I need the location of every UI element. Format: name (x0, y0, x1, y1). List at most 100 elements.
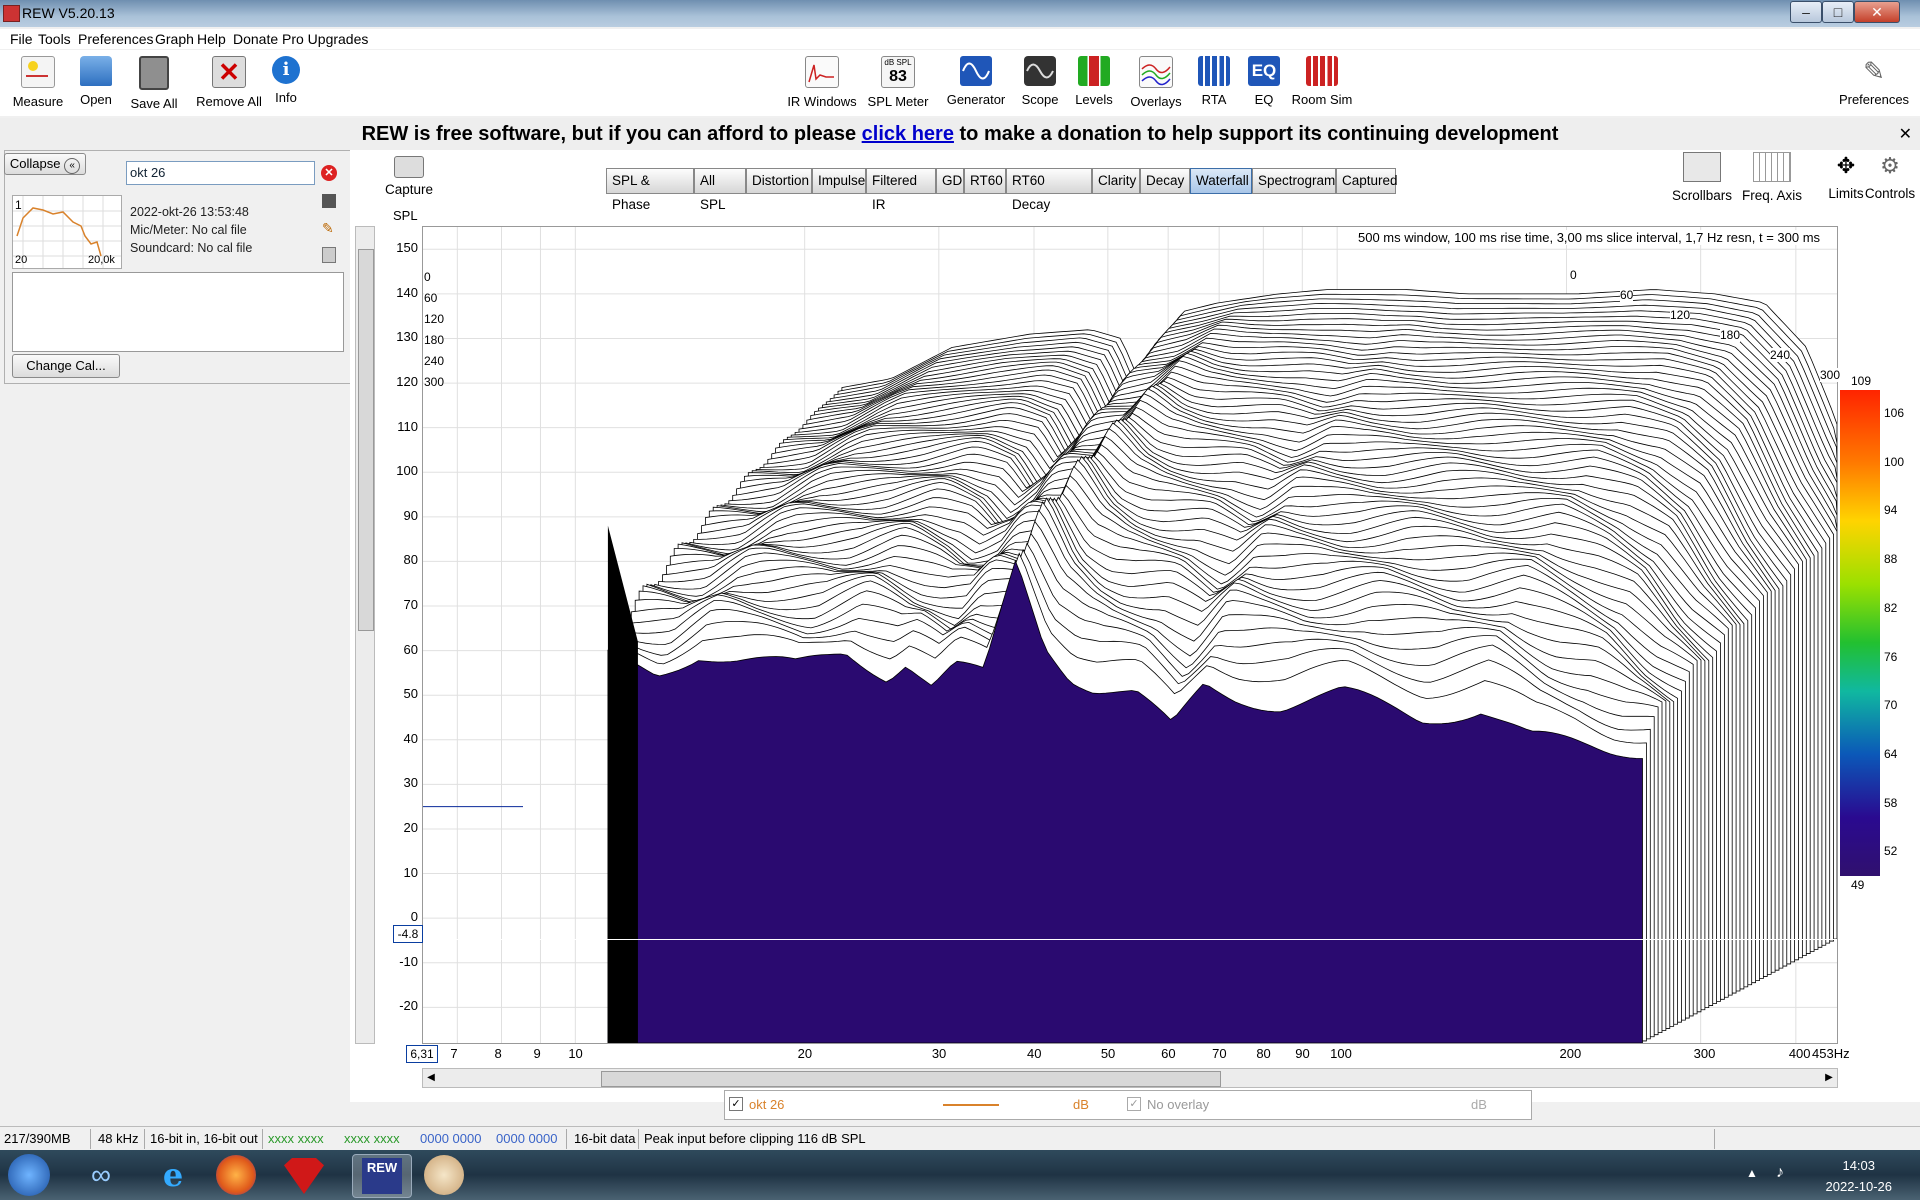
room-sim-button[interactable]: Room Sim (1286, 56, 1358, 116)
tab-rt60-decay[interactable]: RT60 Decay (1006, 168, 1092, 212)
save-measurement-icon[interactable] (322, 194, 336, 208)
input-level-left: xxxx xxxx (268, 1131, 324, 1146)
limits-label: Limits (1828, 186, 1864, 201)
y-tick-label: 10 (403, 864, 418, 880)
freq-axis-button[interactable]: Freq. Axis (1742, 152, 1802, 203)
tab-spectrogram[interactable]: Spectrogram (1252, 168, 1336, 194)
waterfall-plot[interactable] (422, 226, 1838, 1044)
tab-captured[interactable]: Captured (1336, 168, 1398, 194)
spl-meter-unit: dB SPL (884, 58, 912, 67)
rta-label: RTA (1201, 92, 1227, 107)
taskbar-firefox-icon[interactable] (216, 1155, 256, 1195)
time-tick-label: 120 (1670, 308, 1691, 322)
tab-spl-phase[interactable]: SPL & Phase (606, 168, 694, 212)
overlay-checkbox[interactable]: ✓ (1127, 1097, 1141, 1111)
y-tick-label: 120 (396, 374, 418, 390)
taskbar-paint-icon[interactable] (424, 1155, 464, 1195)
capture-button[interactable]: Capture (385, 156, 433, 197)
maximize-button[interactable]: □ (1822, 1, 1854, 23)
time-tick-label-left: 120 (424, 312, 445, 326)
remove-all-button[interactable]: ✕ Remove All (194, 56, 264, 116)
taskbar-rew-button[interactable]: REW (352, 1154, 412, 1198)
menu-donate[interactable]: Donate (233, 31, 278, 47)
color-scale-tick: 64 (1884, 746, 1898, 761)
y-tick-label: 90 (403, 507, 418, 523)
x-tick-label: 7 (450, 1046, 458, 1061)
freq-axis-icon (1753, 152, 1792, 182)
vertical-scrollbar[interactable] (355, 226, 375, 1044)
x-tick-label: 30 (931, 1046, 947, 1061)
levels-label: Levels (1075, 92, 1113, 107)
scroll-right-icon[interactable]: ▶ (1821, 1069, 1837, 1087)
remove-all-label: Remove All (196, 94, 262, 109)
x-tick-label: 50 (1100, 1046, 1116, 1061)
horizontal-scroll-thumb[interactable] (601, 1071, 1221, 1087)
donation-text-before: REW is free software, but if you can aff… (361, 123, 862, 145)
tab-impulse[interactable]: Impulse (812, 168, 866, 194)
tab-clarity[interactable]: Clarity (1092, 168, 1140, 194)
y-tick-label: 20 (403, 819, 418, 835)
controls-label: Controls (1864, 186, 1916, 201)
color-scale-tick: 106 (1884, 406, 1905, 420)
tab-rt60[interactable]: RT60 (964, 168, 1006, 194)
ir-windows-button[interactable]: IR Windows (784, 56, 860, 116)
y-tick-label: -20 (399, 998, 418, 1014)
measurement-checkbox[interactable]: ✓ (729, 1097, 743, 1111)
donation-link[interactable]: click here (862, 123, 954, 145)
scroll-left-icon[interactable]: ◀ (423, 1069, 439, 1087)
info-icon: i (272, 56, 300, 84)
start-button[interactable] (8, 1154, 50, 1196)
collapse-button[interactable]: Collapse « (4, 153, 86, 175)
limits-button[interactable]: ✥ Limits (1828, 152, 1864, 201)
preferences-button[interactable]: ✎ Preferences (1834, 56, 1914, 116)
minimize-button[interactable]: – (1790, 1, 1822, 23)
notes-icon[interactable] (322, 247, 336, 263)
time-tick-label: 240 (1770, 348, 1791, 362)
color-scale-tick: 70 (1884, 698, 1898, 713)
close-banner-icon[interactable]: ✕ (1899, 124, 1912, 144)
change-cal-button[interactable]: Change Cal... (12, 354, 120, 378)
info-button[interactable]: i Info (258, 56, 314, 116)
legend-name: okt 26 (749, 1097, 785, 1112)
menu-preferences[interactable]: Preferences (78, 31, 153, 47)
volume-icon[interactable]: ♪ (1776, 1164, 1784, 1182)
menu-graph[interactable]: Graph (155, 31, 194, 47)
vertical-scroll-thumb[interactable] (358, 249, 374, 631)
menu-file[interactable]: File (10, 31, 33, 47)
app-icon (3, 5, 20, 22)
edit-icon[interactable]: ✎ (322, 221, 336, 235)
tab-decay[interactable]: Decay (1140, 168, 1190, 194)
clock-time: 14:03 (1842, 1158, 1876, 1173)
filter-input[interactable]: okt 26 (126, 161, 315, 185)
menu-tools[interactable]: Tools (38, 31, 71, 47)
spl-meter-icon: dB SPL 83 (881, 56, 915, 88)
horizontal-scrollbar[interactable]: ◀ ▶ (422, 1068, 1838, 1088)
taskbar-clock[interactable]: 14:03 2022-10-26 (1826, 1158, 1893, 1194)
tab-filtered-ir[interactable]: Filtered IR (866, 168, 936, 212)
tab-waterfall[interactable]: Waterfall (1190, 168, 1252, 194)
controls-button[interactable]: ⚙ Controls (1864, 152, 1916, 201)
tab-all-spl[interactable]: All SPL (694, 168, 746, 212)
taskbar-app-shield-icon[interactable] (284, 1158, 324, 1194)
y-tick-label: 60 (403, 641, 418, 657)
clear-filter-icon[interactable]: ✕ (321, 165, 337, 181)
menu-help[interactable]: Help (197, 31, 226, 47)
color-scale-tick: 82 (1884, 600, 1898, 615)
tab-distortion[interactable]: Distortion (746, 168, 812, 194)
save-all-button[interactable]: Save All (120, 56, 188, 116)
menu-pro-upgrades[interactable]: Pro Upgrades (282, 31, 368, 47)
notes-textarea[interactable] (12, 272, 344, 352)
y-tick-label: 70 (403, 597, 418, 613)
levels-button[interactable]: Levels (1060, 56, 1128, 116)
spl-meter-button[interactable]: dB SPL 83 SPL Meter (864, 56, 932, 116)
taskbar-ie-icon[interactable]: e (144, 1154, 202, 1196)
generator-button[interactable]: Generator (942, 56, 1010, 116)
close-window-button[interactable]: ✕ (1854, 1, 1900, 23)
scrollbars-label: Scrollbars (1672, 188, 1733, 203)
collapse-icon: « (64, 158, 81, 174)
scrollbars-button[interactable]: Scrollbars (1672, 152, 1732, 203)
taskbar-app-infinity-icon[interactable]: ∞ (72, 1154, 130, 1196)
tray-arrow-icon[interactable]: ▲ (1746, 1166, 1758, 1180)
tab-gd[interactable]: GD (936, 168, 964, 194)
x-tick-label: 100 (1330, 1046, 1352, 1061)
